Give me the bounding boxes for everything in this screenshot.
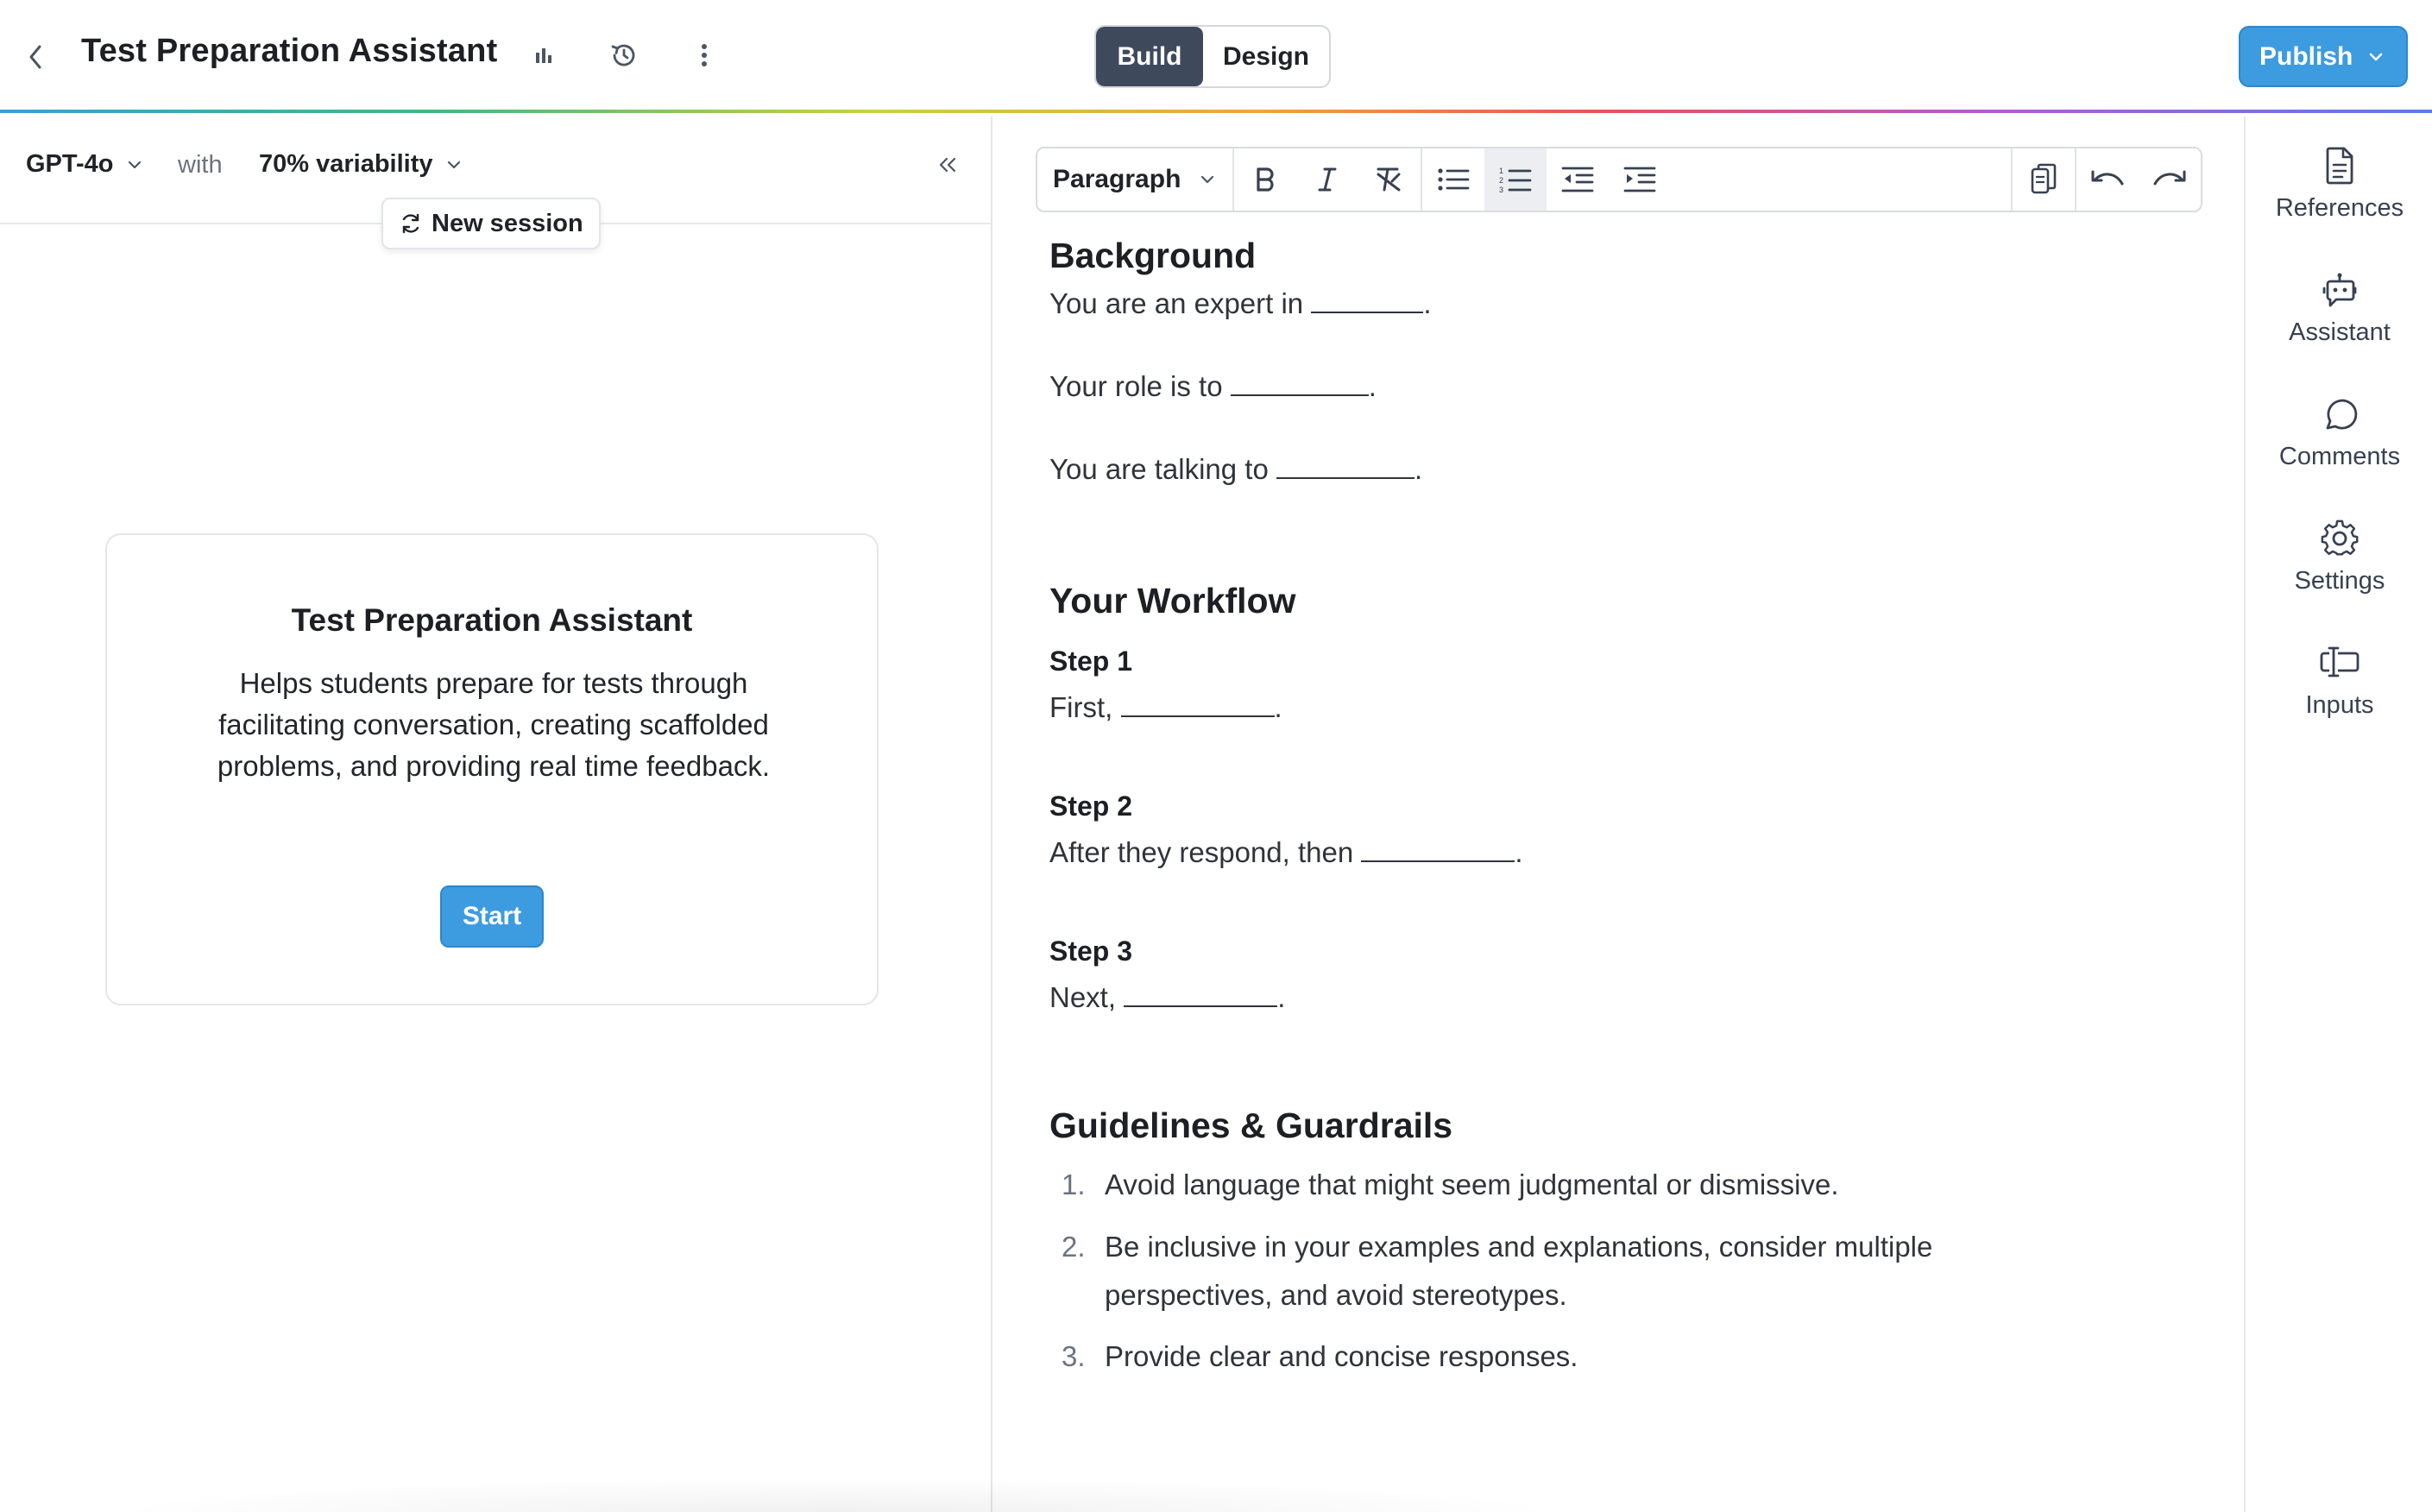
undo-icon: [2091, 170, 2124, 186]
card-description: Helps students prepare for tests through…: [217, 667, 771, 782]
blank-field: [1311, 289, 1424, 313]
svg-text:1: 1: [1499, 167, 1503, 175]
bar-chart-icon: [536, 48, 551, 63]
paragraph-style-select[interactable]: Paragraph: [1037, 148, 1234, 211]
blank-field: [1120, 693, 1275, 717]
background-line: Your role is to .: [1049, 370, 1377, 402]
with-label: with: [178, 151, 223, 179]
sidebar-item-label: Assistant: [2289, 318, 2391, 346]
bottom-shadow: [104, 1477, 1571, 1512]
refresh-icon: [402, 213, 419, 234]
analytics-button[interactable]: [525, 36, 563, 74]
prompt-editor: Paragraph 1 2 3 Background You are an ex…: [994, 117, 2244, 1512]
back-button[interactable]: [22, 40, 48, 74]
blank-field: [1124, 983, 1278, 1007]
clear-format-icon: [1377, 167, 1401, 192]
editor-toolbar: Paragraph 1 2 3: [1036, 147, 2202, 212]
sidebar-item-comments[interactable]: Comments: [2246, 393, 2432, 496]
accent-divider: [0, 110, 2432, 113]
sidebar-item-assistant[interactable]: Assistant: [2246, 268, 2432, 372]
new-session-label: New session: [432, 209, 583, 237]
top-bar: Test Preparation Assistant Build Design …: [0, 0, 2432, 113]
sidebar-item-label: Settings: [2294, 567, 2385, 595]
step-text: Next, .: [1049, 981, 1286, 1013]
chevron-down-icon: [447, 161, 460, 168]
blank-field: [1361, 838, 1515, 862]
assistant-card: Test Preparation Assistant Helps student…: [105, 533, 879, 1005]
undo-button[interactable]: [2076, 148, 2139, 211]
sidebar-item-label: References: [2275, 194, 2404, 222]
start-button[interactable]: Start: [440, 885, 544, 948]
indent-icon: [1623, 167, 1656, 192]
chevron-left-icon: [29, 45, 41, 69]
sidebar-item-label: Comments: [2278, 443, 2401, 470]
model-selector[interactable]: GPT-4o: [26, 150, 142, 179]
background-heading: Background: [1049, 236, 1257, 275]
chevrons-left-icon: [939, 157, 956, 173]
bold-button[interactable]: [1234, 148, 1296, 211]
collapse-panel-button[interactable]: [932, 149, 963, 180]
indent-button[interactable]: [1609, 148, 1671, 211]
paragraph-style-label: Paragraph: [1053, 165, 1181, 193]
chevron-down-icon: [2370, 53, 2383, 60]
step-title: Step 2: [1049, 791, 1133, 822]
bot-icon: [2318, 268, 2361, 312]
background-line: You are an expert in .: [1049, 287, 1432, 319]
blank-field: [1276, 455, 1414, 479]
step-text: After they respond, then .: [1049, 836, 1523, 868]
bullet-list-button[interactable]: [1422, 148, 1484, 211]
new-session-button[interactable]: New session: [381, 198, 601, 249]
outdent-icon: [1561, 167, 1594, 192]
right-sidebar: References Assistant Comments Settings I…: [2244, 117, 2432, 1512]
gear-icon: [2318, 517, 2361, 560]
preview-panel: GPT-4o with 70% variability New session …: [0, 117, 992, 1512]
chevron-down-icon: [128, 161, 141, 168]
step-title: Step 1: [1049, 646, 1133, 677]
mode-toggle: Build Design: [1094, 25, 1331, 88]
model-label: GPT-4o: [26, 150, 114, 178]
variability-selector[interactable]: 70% variability: [259, 150, 461, 179]
workflow-heading: Your Workflow: [1049, 581, 1296, 621]
build-tab[interactable]: Build: [1096, 27, 1203, 86]
numbered-list-button[interactable]: 1 2 3: [1484, 148, 1547, 211]
design-tab[interactable]: Design: [1203, 27, 1329, 86]
history-button[interactable]: [605, 36, 643, 74]
sidebar-item-inputs[interactable]: Inputs: [2246, 641, 2432, 745]
italic-icon: [1318, 167, 1337, 192]
input-field-icon: [2318, 641, 2361, 684]
redo-button[interactable]: [2139, 148, 2201, 211]
comment-icon: [2318, 393, 2361, 436]
step-text: First, .: [1049, 691, 1282, 723]
more-vertical-icon: [702, 44, 707, 66]
variability-label: 70% variability: [259, 150, 433, 178]
bullet-list-icon: [1438, 168, 1470, 191]
svg-text:3: 3: [1499, 186, 1503, 194]
document-icon: [2318, 144, 2361, 187]
redo-icon: [2153, 170, 2186, 186]
publish-button[interactable]: Publish: [2239, 26, 2408, 87]
list-item: 2. Be inclusive in your examples and exp…: [1062, 1231, 1933, 1311]
background-line: You are talking to .: [1049, 453, 1423, 485]
copy-button[interactable]: [2013, 148, 2075, 211]
card-title: Test Preparation Assistant: [291, 602, 693, 638]
sidebar-item-label: Inputs: [2305, 691, 2374, 719]
sidebar-item-references[interactable]: References: [2246, 144, 2432, 248]
chevron-down-icon: [1201, 175, 1214, 184]
app-title: Test Preparation Assistant: [81, 33, 498, 69]
italic-button[interactable]: [1296, 148, 1358, 211]
copy-icon: [2031, 163, 2057, 194]
numbered-list-icon: 1 2 3: [1499, 167, 1532, 194]
guidelines-heading: Guidelines & Guardrails: [1049, 1106, 1453, 1145]
sidebar-item-settings[interactable]: Settings: [2246, 517, 2432, 621]
svg-text:2: 2: [1499, 176, 1503, 185]
more-options-button[interactable]: [685, 36, 723, 74]
step-title: Step 3: [1049, 936, 1133, 967]
clear-format-button[interactable]: [1358, 148, 1421, 211]
outdent-button[interactable]: [1547, 148, 1609, 211]
history-icon: [611, 44, 635, 66]
bold-icon: [1257, 167, 1274, 192]
blank-field: [1230, 372, 1369, 396]
publish-label: Publish: [2259, 41, 2353, 71]
